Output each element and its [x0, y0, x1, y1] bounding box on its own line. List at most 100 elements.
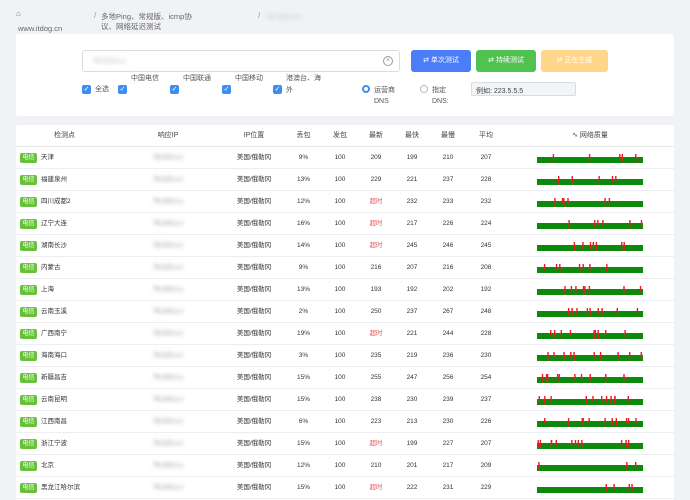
isp-badge: 电信 [20, 263, 37, 273]
cell-fast: 247 [406, 374, 418, 381]
network-quality-bar [537, 264, 643, 273]
cell-latest: 250 [370, 308, 382, 315]
cell-ip-loc: 美国/俄勒冈 [236, 176, 272, 183]
isp-badge: 电信 [20, 285, 37, 295]
col-header[interactable]: IP位置 [223, 125, 285, 147]
cell-slow: 217 [442, 462, 454, 469]
target-input[interactable]: 76.223.x.x × [82, 50, 400, 72]
cell-sent: 100 [334, 330, 346, 337]
cell-latest: 超时 [369, 484, 383, 491]
cell-sent: 100 [334, 198, 346, 205]
col-header[interactable]: 平均 [466, 125, 506, 147]
generating-button[interactable]: ⇄ 正在生成 [541, 50, 608, 72]
network-quality-bar [537, 198, 643, 207]
cell-ip: 76.223.x.x [153, 242, 183, 249]
cell-fast: 217 [406, 220, 418, 227]
cell-sent: 100 [334, 396, 346, 403]
probe-location: 天津 [41, 154, 54, 161]
col-header[interactable]: 最快 [394, 125, 430, 147]
isp-badge: 电信 [20, 417, 37, 427]
table-row[interactable]: 电信 云南玉溪 76.223.x.x 美国/俄勒冈 2% 100 250 237 267 248 [16, 301, 674, 323]
radio-operator-dns[interactable] [362, 85, 370, 93]
table-row[interactable]: 电信 海南海口 76.223.x.x 美国/俄勒冈 3% 100 235 219 236 230 [16, 345, 674, 367]
table-row[interactable]: 电信 福建泉州 76.223.x.x 美国/俄勒冈 13% 100 229 221 237 228 [16, 169, 674, 191]
site-link[interactable]: www.itdog.cn [18, 24, 62, 33]
cell-avg: 192 [480, 286, 492, 293]
network-quality-bar [537, 330, 643, 339]
table-row[interactable]: 电信 湖南长沙 76.223.x.x 美国/俄勒冈 14% 100 超时 245 246 245 [16, 235, 674, 257]
home-icon[interactable]: ⌂ [16, 9, 21, 18]
table-row[interactable]: 电信 天津 76.223.x.x 美国/俄勒冈 9% 100 209 199 210 207 [16, 147, 674, 169]
probe-location: 海南海口 [41, 352, 67, 359]
col-header[interactable]: 最新 [358, 125, 394, 147]
table-row[interactable]: 电信 内蒙古 76.223.x.x 美国/俄勒冈 9% 100 216 207 216 208 [16, 257, 674, 279]
single-test-button[interactable]: ⇄ 单次测试 [411, 50, 471, 72]
col-header[interactable]: 检测点 [16, 125, 113, 147]
radio-label: 指定DNS: [432, 87, 449, 105]
cell-sent: 100 [334, 440, 346, 447]
cell-fast: 230 [406, 396, 418, 403]
checkbox-label: 中国联通 [183, 75, 211, 82]
table-row[interactable]: 电信 四川成都2 76.223.x.x 美国/俄勒冈 12% 100 超时 232 233 232 [16, 191, 674, 213]
cell-fast: 199 [406, 154, 418, 161]
cell-loss: 13% [296, 286, 310, 293]
cell-avg: 229 [480, 484, 492, 491]
checkbox-mobile[interactable]: ✓ [222, 85, 231, 94]
cell-sent: 100 [334, 308, 346, 315]
cell-latest: 238 [370, 396, 382, 403]
col-header[interactable]: 最慢 [430, 125, 466, 147]
table-row[interactable]: 电信 江西南昌 76.223.x.x 美国/俄勒冈 6% 100 223 213 230 226 [16, 411, 674, 433]
radio-custom-dns[interactable] [420, 85, 428, 93]
network-quality-bar [537, 374, 643, 383]
cell-ip-loc: 美国/俄勒冈 [236, 198, 272, 205]
probe-location: 云南玉溪 [41, 308, 67, 315]
cell-ip: 76.223.x.x [153, 484, 183, 491]
cell-loss: 15% [296, 440, 310, 447]
table-row[interactable]: 电信 北京 76.223.x.x 美国/俄勒冈 12% 100 210 201 217 209 [16, 455, 674, 477]
cell-loss: 6% [298, 418, 309, 425]
checkbox-select-all[interactable]: ✓ [82, 85, 91, 94]
cell-slow: 239 [442, 396, 454, 403]
table-row[interactable]: 电信 云南昆明 76.223.x.x 美国/俄勒冈 15% 100 238 230 239 237 [16, 389, 674, 411]
cell-sent: 100 [334, 352, 346, 359]
table-row[interactable]: 电信 广西南宁 76.223.x.x 美国/俄勒冈 19% 100 超时 221 244 228 [16, 323, 674, 345]
clear-icon[interactable]: × [383, 56, 393, 66]
cell-ip-loc: 美国/俄勒冈 [236, 286, 272, 293]
checkbox-label: 中国电信 [131, 75, 159, 82]
table-row[interactable]: 电信 浙江宁波 76.223.x.x 美国/俄勒冈 15% 100 超时 199 227 207 [16, 433, 674, 455]
table-row[interactable]: 电信 新疆昌吉 76.223.x.x 美国/俄勒冈 15% 100 255 247 256 254 [16, 367, 674, 389]
cell-slow: 231 [442, 484, 454, 491]
cell-slow: 244 [442, 330, 454, 337]
cell-latest: 229 [370, 176, 382, 183]
checkbox-overseas[interactable]: ✓ [273, 85, 282, 94]
col-header[interactable]: ∿ 网络质量 [506, 125, 674, 147]
probe-location: 湖南长沙 [41, 242, 67, 249]
breadcrumb: ⌂ www.itdog.cn / 多地Ping、常规版、icmp协议、网络延迟测… [16, 9, 676, 35]
col-header[interactable]: 发包 [322, 125, 358, 147]
checkbox-telecom[interactable]: ✓ [118, 85, 127, 94]
table-row[interactable]: 电信 黑龙江哈尔滨 76.223.x.x 美国/俄勒冈 15% 100 超时 222 231 22… [16, 477, 674, 499]
col-header[interactable]: 丢包 [285, 125, 322, 147]
table-row[interactable]: 电信 上海 76.223.x.x 美国/俄勒冈 13% 100 193 192 202 192 [16, 279, 674, 301]
cell-loss: 9% [298, 264, 309, 271]
cell-loss: 12% [296, 462, 310, 469]
table-row[interactable]: 电信 辽宁大连 76.223.x.x 美国/俄勒冈 16% 100 超时 217 226 224 [16, 213, 674, 235]
cell-fast: 207 [406, 264, 418, 271]
cell-fast: 201 [406, 462, 418, 469]
continuous-test-button[interactable]: ⇄ 持续测试 [476, 50, 536, 72]
cell-slow: 267 [442, 308, 454, 315]
cell-slow: 227 [442, 440, 454, 447]
cell-avg: 226 [480, 418, 492, 425]
table-header: 检测点 响应IP IP位置 丢包 发包 最新 最快 最慢 平均 ∿ 网络质量 [16, 125, 674, 147]
cell-loss: 3% [298, 352, 309, 359]
breadcrumb-section[interactable]: 多地Ping、常规版、icmp协议、网络延迟测试 [101, 12, 196, 32]
custom-dns-input[interactable]: 例如: 223.5.5.5 [471, 82, 576, 96]
probe-location: 福建泉州 [41, 176, 67, 183]
cell-loss: 19% [296, 330, 310, 337]
control-panel: 76.223.x.x × ⇄ 单次测试 ⇄ 持续测试 ⇄ 正在生成 ✓ 全选 ✓… [16, 34, 674, 116]
checkbox-unicom[interactable]: ✓ [170, 85, 179, 94]
cell-fast: 192 [406, 286, 418, 293]
network-quality-bar [537, 484, 643, 493]
cell-avg: 228 [480, 176, 492, 183]
col-header[interactable]: 响应IP [113, 125, 223, 147]
